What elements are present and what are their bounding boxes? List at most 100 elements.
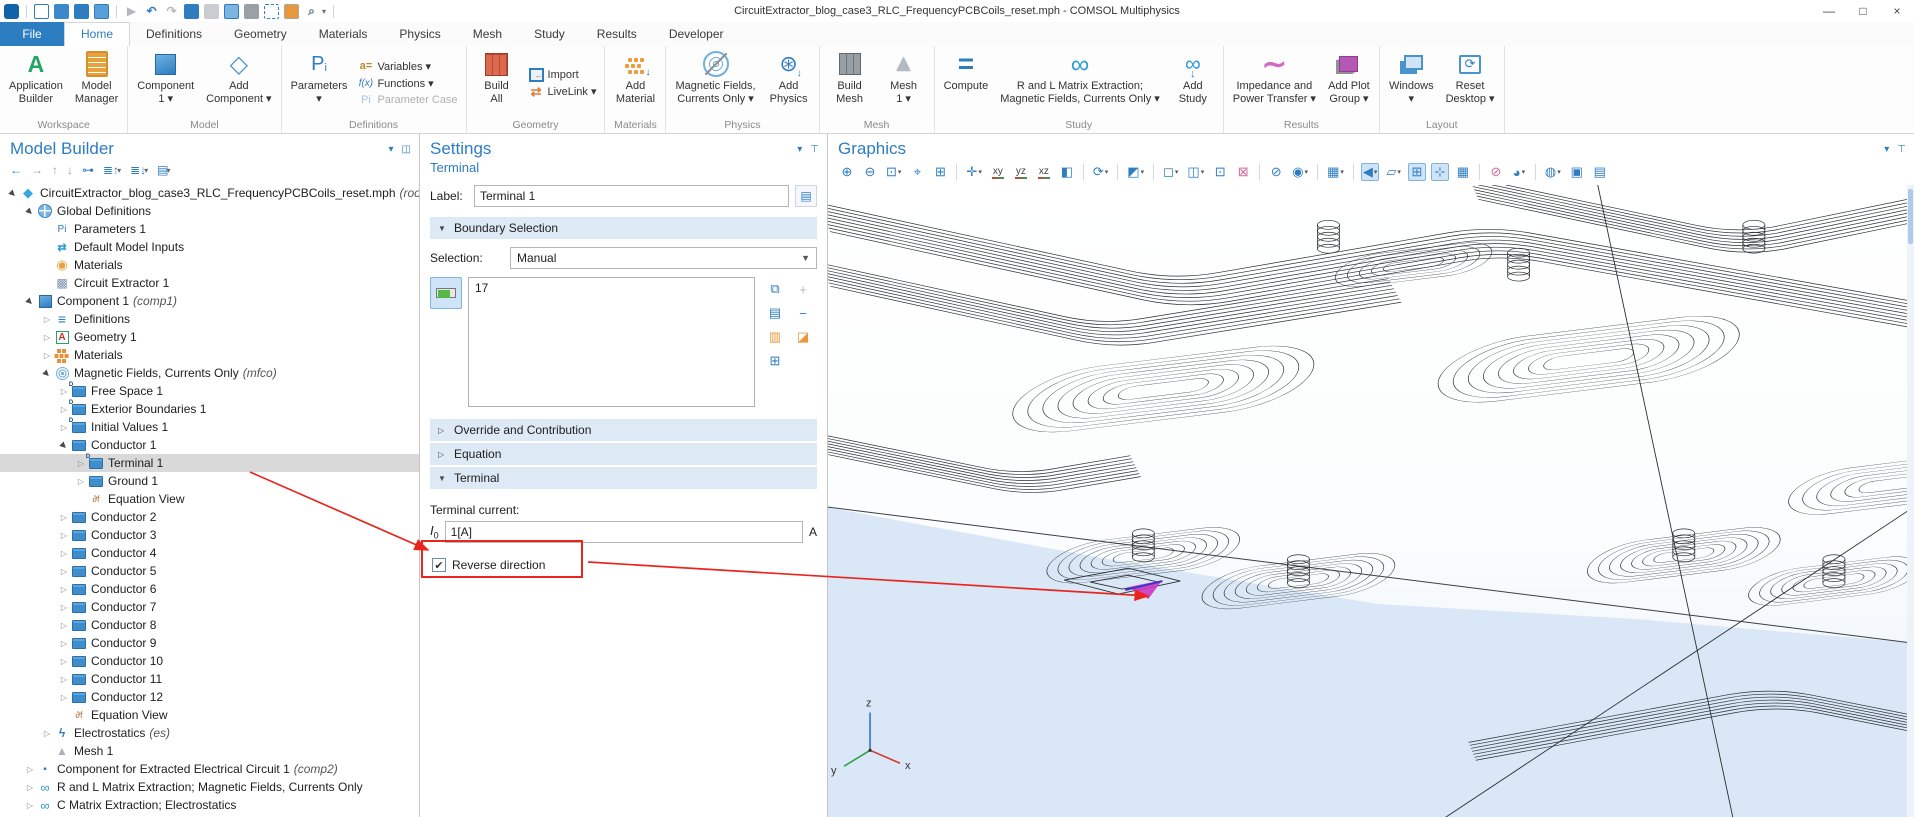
snapshot-button[interactable]: ▣ xyxy=(1568,163,1586,181)
tree-expander-icon[interactable]: ▷ xyxy=(23,765,37,774)
tree-expander-icon[interactable]: ▷ xyxy=(57,621,71,630)
application-builder-button[interactable]: ApplicationBuilder xyxy=(4,48,68,118)
tab-mesh[interactable]: Mesh xyxy=(457,22,518,46)
tree-item-conductor-2[interactable]: ▷Conductor 2 xyxy=(0,508,419,526)
tree-expander-icon[interactable]: ▷ xyxy=(57,657,71,666)
tree-expander-icon[interactable]: ▶ xyxy=(22,293,38,309)
section-override-contribution[interactable]: ▷ Override and Contribution xyxy=(430,419,817,441)
tree-item-magnetic-fields-currents-only[interactable]: ▶Magnetic Fields, Currents Only(mfco) xyxy=(0,364,419,382)
tree-item-conductor-7[interactable]: ▷Conductor 7 xyxy=(0,598,419,616)
variables-button[interactable]: Variables ▾ xyxy=(358,59,457,73)
reset-desktop-button[interactable]: ResetDesktop ▾ xyxy=(1441,48,1500,118)
back-button[interactable]: ← xyxy=(10,163,22,177)
show-material-color-button[interactable]: ⊘ xyxy=(1487,163,1505,181)
axis-orientation-button[interactable]: ⊹ xyxy=(1431,163,1449,181)
save-button[interactable] xyxy=(74,4,89,19)
new-file-button[interactable] xyxy=(34,4,49,19)
tree-item-exterior-boundaries-1[interactable]: ▷Exterior Boundaries 1 xyxy=(0,400,419,418)
mesh-1-button[interactable]: Mesh1 ▾ xyxy=(878,48,930,118)
tree-item-materials[interactable]: ▷Materials xyxy=(0,346,419,364)
windows-button[interactable]: Windows▾ xyxy=(1384,48,1439,118)
tree-expander-icon[interactable]: ▶ xyxy=(22,203,38,219)
functions-button[interactable]: Functions ▾ xyxy=(358,76,457,90)
selection-dropdown[interactable]: Manual ▼ xyxy=(510,247,817,269)
remove-from-selection-button[interactable]: − xyxy=(799,306,807,321)
selection-list[interactable]: 17 xyxy=(468,277,755,407)
tree-item-component-1[interactable]: ▶Component 1(comp1) xyxy=(0,292,419,310)
rl-matrix-extraction-button[interactable]: R and L Matrix Extraction;Magnetic Field… xyxy=(995,48,1165,118)
select-box-button[interactable] xyxy=(264,4,279,19)
tree-expander-icon[interactable]: ▷ xyxy=(74,477,88,486)
zoom-box-button[interactable]: ⊡▾ xyxy=(884,163,903,181)
move-down-button[interactable]: ↓ xyxy=(67,163,73,177)
tree-expander-icon[interactable]: ▶ xyxy=(39,365,55,381)
tree-item-circuitextractor-blog-case3-rlc-frequencypcbcoils-reset-mph[interactable]: ▶CircuitExtractor_blog_case3_RLC_Frequen… xyxy=(0,184,419,202)
component-1-button[interactable]: Component1 ▾ xyxy=(132,48,199,118)
view-hidden-button[interactable]: ◉▾ xyxy=(1290,163,1310,181)
go-to-default-view-button[interactable]: ✛▾ xyxy=(964,163,983,181)
tree-item-c-matrix-extraction-electrostatics[interactable]: ▷C Matrix Extraction; Electrostatics xyxy=(0,796,419,814)
settings-menu-chevron-icon[interactable]: ▾ xyxy=(797,144,802,155)
tree-item-conductor-10[interactable]: ▷Conductor 10 xyxy=(0,652,419,670)
scene-light-button[interactable]: ◩▾ xyxy=(1125,163,1146,181)
tree-item-terminal-1[interactable]: ▷Terminal 1 xyxy=(0,454,419,472)
tree-item-initial-values-1[interactable]: ▷Initial Values 1 xyxy=(0,418,419,436)
maximize-button[interactable]: □ xyxy=(1846,0,1880,22)
zoom-extents-button[interactable]: ⌖ xyxy=(908,163,926,181)
tree-item-conductor-6[interactable]: ▷Conductor 6 xyxy=(0,580,419,598)
label-edit-icon[interactable]: ▤ xyxy=(795,185,817,207)
tree-expander-icon[interactable]: ▷ xyxy=(57,585,71,594)
tree-item-default-model-inputs[interactable]: Default Model Inputs xyxy=(0,238,419,256)
forward-button[interactable]: → xyxy=(31,163,43,177)
go-to-yz-view-button[interactable]: yz xyxy=(1012,163,1030,181)
build-all-button[interactable]: BuildAll xyxy=(471,48,523,118)
hide-selected-button[interactable]: ⊘ xyxy=(1267,163,1285,181)
tree-expander-icon[interactable]: ▷ xyxy=(40,351,54,360)
compute-button[interactable]: Compute xyxy=(939,48,994,118)
tree-item-ground-1[interactable]: ▷Ground 1 xyxy=(0,472,419,490)
duplicate-button[interactable] xyxy=(224,4,239,19)
section-equation[interactable]: ▷ Equation xyxy=(430,443,817,465)
active-toggle-button[interactable] xyxy=(430,277,462,309)
zoom-out-button[interactable]: ⊖ xyxy=(861,163,879,181)
tab-definitions[interactable]: Definitions xyxy=(130,22,218,46)
select-box-button[interactable]: ⊡ xyxy=(1211,163,1229,181)
tree-item-conductor-11[interactable]: ▷Conductor 11 xyxy=(0,670,419,688)
minimize-button[interactable]: — xyxy=(1812,0,1846,22)
tab-file[interactable]: File xyxy=(0,22,64,46)
show-frame-button[interactable]: ⊞ xyxy=(1408,163,1426,181)
label-input[interactable] xyxy=(474,185,789,207)
tree-item-conductor-1[interactable]: ▶Conductor 1 xyxy=(0,436,419,454)
import-button[interactable]: Import xyxy=(529,68,597,82)
open-button[interactable] xyxy=(54,4,69,19)
section-terminal[interactable]: ▼ Terminal xyxy=(430,467,817,489)
tree-expander-icon[interactable]: ▷ xyxy=(40,315,54,324)
view-menu-button[interactable]: ▦▾ xyxy=(1325,163,1346,181)
show-button[interactable]: ⊶ xyxy=(82,163,94,177)
tree-expander-icon[interactable]: ▶ xyxy=(5,185,21,201)
clear-selection-button[interactable] xyxy=(284,4,299,19)
tree-expander-icon[interactable]: ▷ xyxy=(57,639,71,648)
find-button[interactable]: ⌕ xyxy=(304,4,319,19)
reverse-direction-checkbox[interactable]: ✔ xyxy=(432,558,446,572)
close-button[interactable]: × xyxy=(1880,0,1914,22)
tree-item-mesh-1[interactable]: Mesh 1 xyxy=(0,742,419,760)
graphics-pin-icon[interactable]: ⊤ xyxy=(1897,144,1906,155)
paste-button[interactable] xyxy=(204,4,219,19)
collapse-all-button[interactable]: ≣↓ ▾ xyxy=(130,163,148,177)
tree-expander-icon[interactable]: ▷ xyxy=(57,549,71,558)
graphics-canvas[interactable]: z x y xyxy=(828,185,1914,817)
tree-item-component-for-extracted-electrical-circuit-1[interactable]: ▷Component for Extracted Electrical Circ… xyxy=(0,760,419,778)
view-direction-button[interactable]: ◀▾ xyxy=(1361,163,1380,181)
print-button[interactable]: ▤ xyxy=(1591,163,1609,181)
settings-pin-icon[interactable]: ⊤ xyxy=(810,144,819,155)
tree-expander-icon[interactable]: ▷ xyxy=(57,513,71,522)
go-to-xy-view-button[interactable]: xy xyxy=(989,163,1007,181)
section-boundary-selection[interactable]: ▼ Boundary Selection xyxy=(430,217,817,239)
model-tree-node-text-button[interactable]: ▤ ▾ xyxy=(157,163,170,177)
image-effects-button[interactable]: ◫▾ xyxy=(1185,163,1206,181)
graphics-menu-chevron-icon[interactable]: ▾ xyxy=(1884,144,1889,155)
move-up-button[interactable]: ↑ xyxy=(52,163,58,177)
tree-expander-icon[interactable]: ▷ xyxy=(23,801,37,810)
magnetic-fields-currents-only-button[interactable]: Magnetic Fields,Currents Only ▾ xyxy=(670,48,760,118)
